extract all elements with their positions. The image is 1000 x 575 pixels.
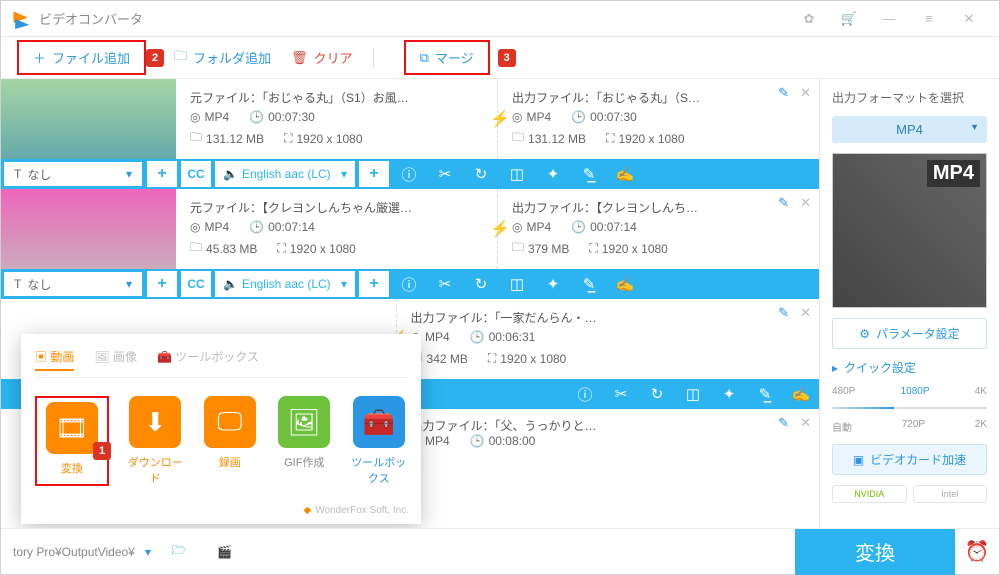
quality-track[interactable] <box>832 407 987 409</box>
remove-icon[interactable]: ✕ <box>800 85 811 101</box>
remove-icon[interactable]: ✕ <box>800 305 811 321</box>
file-row: 元ファイル：【クレヨンしんちゃん厳選… ◎ MP4🕒 00:07:14 🗀 45… <box>1 189 819 299</box>
step-badge-1: 1 <box>93 442 111 460</box>
add-file-button[interactable]: ＋ ファイル追加 <box>23 44 140 71</box>
menu-button[interactable]: ≡ <box>909 11 949 26</box>
edit-icon[interactable]: ✎ <box>778 415 789 431</box>
highlight-convert: 🎞 変換 1 <box>35 396 109 486</box>
clear-button[interactable]: 🗑 クリア <box>281 44 363 71</box>
edit-icon[interactable]: ✎ <box>778 195 789 211</box>
output-panel: ✎ ✕ 出力ファイル：「おじゃる丸」（S… ◎ MP4🕒 00:07:30 🗀 … <box>498 79 819 159</box>
popup-tabs: ▣ 動画 🖼 画像 🧰 ツールボックス <box>35 348 407 378</box>
step-badge-2: 2 <box>146 49 164 67</box>
open-output-button[interactable]: 🎬 <box>207 545 243 559</box>
merge-icon: ⧉ <box>420 50 429 66</box>
add-subtitle-button[interactable]: + <box>147 271 177 297</box>
add-subtitle-button[interactable]: + <box>147 161 177 187</box>
schedule-button[interactable]: ⏰ <box>955 539 999 564</box>
step-badge-3: 3 <box>498 49 516 67</box>
sidebar: 出力フォーマットを選択 MP4 MP4 ⚙パラメータ設定 ▸ クイック設定 48… <box>819 79 999 528</box>
toolbar: ＋ ファイル追加 2 🗀 フォルダ追加 🗑 クリア ⧉ マージ 3 <box>1 37 999 79</box>
download-icon: ⬇ <box>129 396 181 448</box>
tile-record[interactable]: 🖵録画 <box>202 396 259 486</box>
popup-tab-video[interactable]: ▣ 動画 <box>35 348 74 371</box>
effect-icon[interactable]: ✦ <box>535 159 571 189</box>
highlight-merge: ⧉ マージ <box>404 40 490 75</box>
crop-icon[interactable]: ◫ <box>499 159 535 189</box>
format-select[interactable]: MP4 <box>832 116 987 143</box>
gift-icon[interactable]: ✿ <box>789 11 829 27</box>
clock-icon: 🕒 00:07:30 <box>249 110 315 124</box>
file-row: 元ファイル：「おじゃる丸」（S1）お風… ◎ MP4🕒 00:07:30 🗀 1… <box>1 79 819 189</box>
source-panel: 元ファイル：「おじゃる丸」（S1）お風… ◎ MP4🕒 00:07:30 🗀 1… <box>176 79 497 159</box>
gif-icon: 🖼 <box>278 396 330 448</box>
watermark-icon[interactable]: ✎̲ <box>571 159 607 189</box>
subtitle-select[interactable]: T なし▾ <box>3 271 143 297</box>
convert-icon: 🎞 <box>46 402 98 454</box>
rotate-icon[interactable]: ↻ <box>463 159 499 189</box>
audio-select[interactable]: 🔈 English aac (LC)▾ <box>215 161 355 187</box>
cc-button[interactable]: CC <box>181 271 211 297</box>
trash-icon: 🗑 <box>291 50 308 66</box>
add-audio-button[interactable]: + <box>359 161 389 187</box>
format-icon: ◎ MP4 <box>190 110 229 124</box>
toolbar-separator <box>373 48 374 68</box>
quality-slider-bottom: 自動720P2K <box>832 419 987 434</box>
path-dropdown-icon[interactable]: ▾ <box>145 545 151 559</box>
toolbox-icon: 🧰 <box>353 396 405 448</box>
thumbnail[interactable] <box>1 189 176 269</box>
chip-icon: ▣ <box>853 453 864 467</box>
parameter-settings-button[interactable]: ⚙パラメータ設定 <box>832 318 987 349</box>
cc-button[interactable]: CC <box>181 161 211 187</box>
bottom-bar: tory Pro¥OutputVideo¥ ▾ 🗁 🎬 変換 ⏰ <box>1 528 999 574</box>
highlight-add-file: ＋ ファイル追加 <box>17 40 146 75</box>
folder-icon: 🗀 131.12 MB <box>190 128 264 149</box>
edit-icon[interactable]: ✎ <box>778 305 789 321</box>
output-path: tory Pro¥OutputVideo¥ <box>13 545 135 559</box>
edit-icon[interactable]: ✎ <box>778 85 789 101</box>
tile-download[interactable]: ⬇ダウンロード <box>127 396 184 486</box>
format-header: 出力フォーマットを選択 <box>832 89 987 106</box>
quality-slider-top[interactable]: 480P1080P4K <box>832 386 987 397</box>
minimize-button[interactable]: — <box>869 11 909 26</box>
add-audio-button[interactable]: + <box>359 271 389 297</box>
mode-popup: ▣ 動画 🖼 画像 🧰 ツールボックス 🎞 変換 1 ⬇ダウンロード 🖵録画 🖼… <box>21 334 421 524</box>
remove-icon[interactable]: ✕ <box>800 195 811 211</box>
titlebar: ビデオコンバータ ✿ 🛒 — ≡ ✕ <box>1 1 999 37</box>
audio-select[interactable]: 🔈 English aac (LC)▾ <box>215 271 355 297</box>
add-folder-button[interactable]: 🗀 フォルダ追加 <box>164 43 281 73</box>
subtitle-select[interactable]: T なし▾ <box>3 161 143 187</box>
settings-icon: ⚙ <box>859 327 870 341</box>
action-bar: T なし▾ + CC 🔈 English aac (LC)▾ + ⓘ ✂ ↻ ◫… <box>1 159 819 189</box>
app-title: ビデオコンバータ <box>39 9 143 28</box>
nvidia-chip: NVIDIA <box>832 485 907 503</box>
remove-icon[interactable]: ✕ <box>800 415 811 431</box>
popup-footer: ◆WonderFox Soft, Inc. <box>304 505 409 516</box>
close-button[interactable]: ✕ <box>949 11 989 27</box>
open-folder-button[interactable]: 🗁 <box>161 541 197 562</box>
tile-tools[interactable]: 🧰ツールボックス <box>351 396 408 486</box>
tile-convert[interactable]: 🎞 変換 <box>41 402 103 476</box>
folder-plus-icon: 🗀 <box>174 47 187 69</box>
file-list: 元ファイル：「おじゃる丸」（S1）お風… ◎ MP4🕒 00:07:30 🗀 1… <box>1 79 819 528</box>
convert-button[interactable]: 変換 <box>795 529 955 575</box>
cart-icon[interactable]: 🛒 <box>829 11 869 27</box>
info-icon[interactable]: ⓘ <box>391 159 427 189</box>
format-preview[interactable]: MP4 <box>832 153 987 308</box>
hw-accel-button[interactable]: ▣ビデオカード加速 <box>832 444 987 475</box>
cut-icon[interactable]: ✂ <box>427 159 463 189</box>
quick-settings-header: ▸ クイック設定 <box>832 359 987 376</box>
resolution-icon: ⛶ 1920 x 1080 <box>284 128 362 149</box>
intel-chip: Intel <box>913 485 988 503</box>
app-logo-icon <box>11 9 31 29</box>
merge-button[interactable]: ⧉ マージ <box>410 44 484 71</box>
tile-gif[interactable]: 🖼GIF作成 <box>276 396 333 486</box>
popup-tab-tools[interactable]: 🧰 ツールボックス <box>157 348 259 371</box>
popup-tab-image[interactable]: 🖼 画像 <box>94 348 137 371</box>
thumbnail[interactable] <box>1 79 176 159</box>
record-icon: 🖵 <box>204 396 256 448</box>
plus-icon: ＋ <box>33 48 46 67</box>
edit-icon[interactable]: ✍ <box>607 159 643 189</box>
